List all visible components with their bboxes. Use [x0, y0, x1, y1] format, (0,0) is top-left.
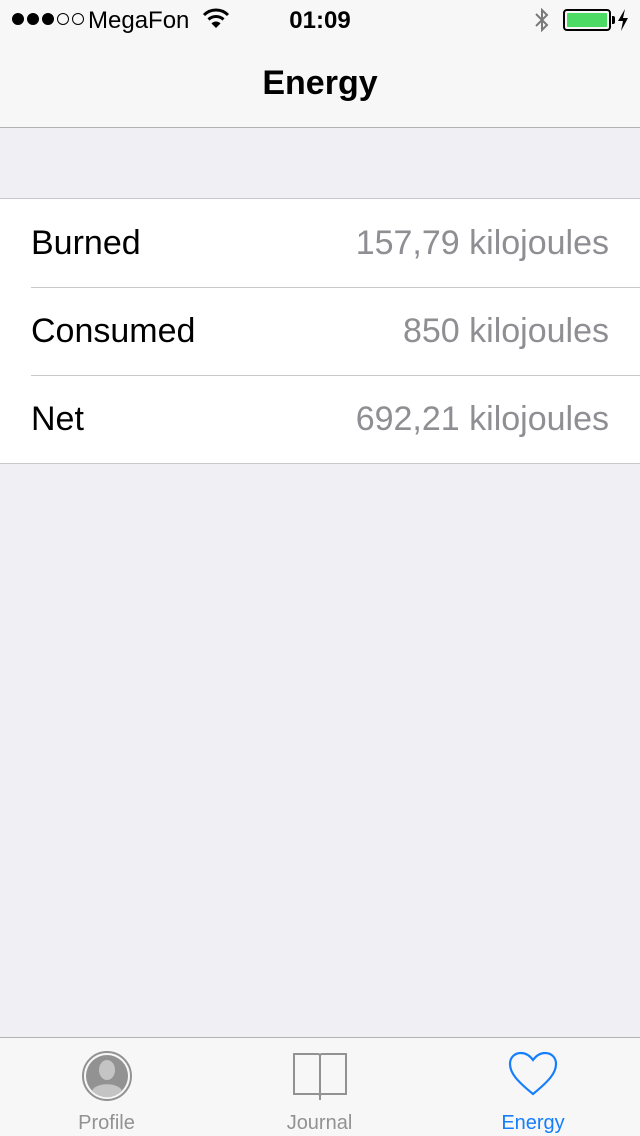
table-row-net[interactable]: Net 692,21 kilojoules — [0, 375, 640, 463]
tab-label: Profile — [78, 1112, 135, 1134]
page-title: Energy — [262, 64, 378, 102]
battery-tip — [612, 16, 615, 24]
row-value: 692,21 kilojoules — [355, 399, 609, 438]
energy-table: Burned 157,79 kilojoules Consumed 850 ki… — [0, 198, 640, 464]
tab-label: Journal — [286, 1112, 353, 1134]
table-row-consumed[interactable]: Consumed 850 kilojoules — [0, 287, 640, 375]
row-value: 157,79 kilojoules — [355, 223, 609, 262]
screen: MegaFon 01:09 Energy Burned 157,79 kiloj… — [0, 0, 640, 1136]
battery-icon — [563, 9, 615, 31]
row-value: 850 kilojoules — [402, 311, 609, 350]
profile-icon — [81, 1050, 133, 1107]
tab-energy[interactable]: Energy — [426, 1038, 640, 1136]
tab-bar: Profile Journal Energy — [0, 1037, 640, 1136]
row-label: Burned — [31, 223, 141, 262]
status-bar: MegaFon 01:09 — [0, 0, 640, 40]
top-bar: MegaFon 01:09 Energy — [0, 0, 640, 128]
battery-level — [567, 13, 607, 27]
bluetooth-icon — [532, 6, 552, 41]
tab-label: Energy — [501, 1112, 565, 1134]
tab-journal[interactable]: Journal — [213, 1038, 426, 1136]
heart-icon — [507, 1050, 559, 1103]
charging-icon — [616, 8, 630, 39]
book-icon — [292, 1050, 348, 1107]
row-label: Consumed — [31, 311, 196, 350]
tab-profile[interactable]: Profile — [0, 1038, 213, 1136]
table-row-burned[interactable]: Burned 157,79 kilojoules — [0, 199, 640, 287]
row-label: Net — [31, 399, 84, 438]
